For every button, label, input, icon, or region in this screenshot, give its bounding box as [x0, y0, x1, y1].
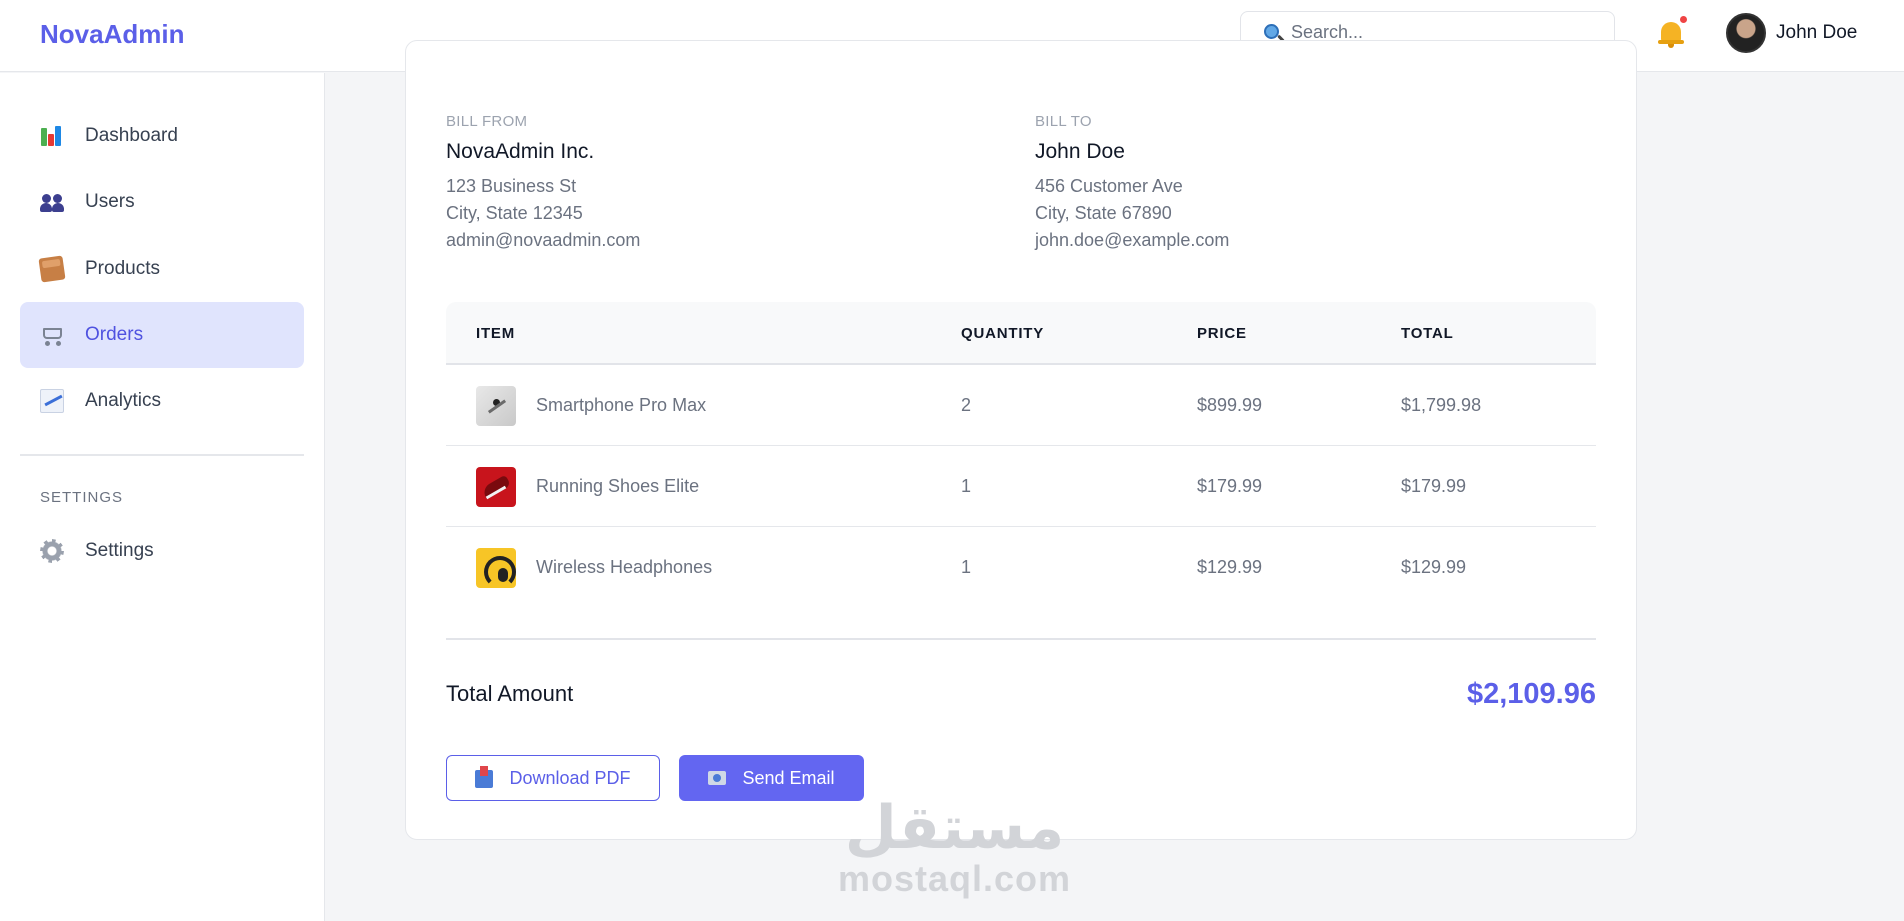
user-menu[interactable]: John Doe [1726, 13, 1857, 53]
sidebar: Dashboard Users Products Orders Analytic… [0, 73, 325, 921]
download-pdf-label: Download PDF [509, 767, 631, 788]
trend-chart-icon [40, 389, 64, 413]
item-quantity: 1 [961, 557, 972, 577]
send-email-button[interactable]: Send Email [679, 755, 864, 801]
cart-icon [40, 323, 64, 347]
sidebar-item-label: Dashboard [85, 125, 178, 146]
bill-to-label: BILL TO [1035, 113, 1092, 130]
column-header-total: TOTAL [1401, 325, 1454, 342]
sidebar-item-dashboard[interactable]: Dashboard [20, 103, 304, 169]
download-icon [475, 766, 494, 788]
item-name: Wireless Headphones [536, 557, 713, 577]
notification-dot [1680, 16, 1687, 23]
total-amount-value: $2,109.96 [1466, 678, 1596, 710]
column-header-item: ITEM [476, 325, 516, 342]
bill-to-line: City, State 67890 [1035, 203, 1172, 223]
item-quantity: 1 [961, 476, 972, 496]
bill-to-email: john.doe@example.com [1035, 230, 1230, 250]
download-pdf-button[interactable]: Download PDF [446, 755, 660, 801]
product-thumbnail [476, 386, 516, 426]
bill-to-line: 456 Customer Ave [1035, 176, 1183, 196]
product-thumbnail [476, 467, 516, 507]
send-email-label: Send Email [742, 767, 835, 788]
item-price: $179.99 [1197, 476, 1263, 496]
bill-from-label: BILL FROM [446, 113, 528, 130]
total-amount-label: Total Amount [446, 681, 574, 706]
sidebar-item-settings[interactable]: Settings [20, 518, 304, 584]
table-row: Wireless Headphones 1 $129.99 $129.99 [446, 527, 1596, 608]
item-name: Smartphone Pro Max [536, 395, 707, 415]
bill-to-name: John Doe [1035, 140, 1125, 163]
bill-from-line: 123 Business St [446, 176, 577, 196]
watermark-arabic: مستقل [844, 793, 1065, 863]
table-row: Smartphone Pro Max 2 $899.99 $1,799.98 [446, 365, 1596, 446]
column-header-quantity: QUANTITY [961, 325, 1045, 342]
sidebar-item-orders[interactable]: Orders [20, 302, 304, 368]
sidebar-item-products[interactable]: Products [20, 236, 304, 302]
bar-chart-icon [40, 124, 64, 148]
item-price: $129.99 [1197, 557, 1263, 577]
item-total: $179.99 [1401, 476, 1467, 496]
item-price: $899.99 [1197, 395, 1263, 415]
watermark-latin: mostaql.com [838, 858, 1072, 899]
app-logo[interactable]: NovaAdmin [40, 19, 184, 50]
bill-to: BILL TO John Doe 456 Customer Ave City, … [1035, 113, 1229, 249]
item-quantity: 2 [961, 395, 972, 415]
sidebar-item-users[interactable]: Users [20, 169, 304, 235]
total-divider [446, 638, 1596, 640]
table-header: ITEM QUANTITY PRICE TOTAL [446, 302, 1596, 365]
sidebar-item-label: Products [85, 258, 160, 279]
bill-from-name: NovaAdmin Inc. [446, 140, 595, 163]
sidebar-item-label: Users [85, 191, 135, 212]
bill-from-line: City, State 12345 [446, 203, 583, 223]
user-name[interactable]: John Doe [1776, 22, 1857, 44]
sidebar-item-label: Orders [85, 324, 144, 345]
box-icon [38, 255, 66, 283]
column-header-price: PRICE [1197, 325, 1247, 342]
sidebar-item-analytics[interactable]: Analytics [20, 368, 304, 434]
section-label-settings: SETTINGS [40, 489, 124, 506]
item-total: $1,799.98 [1401, 395, 1482, 415]
bill-from: BILL FROM NovaAdmin Inc. 123 Business St… [446, 113, 640, 249]
sidebar-divider [20, 454, 304, 456]
item-name: Running Shoes Elite [536, 476, 700, 496]
item-total: $129.99 [1401, 557, 1467, 577]
invoice-card: BILL FROM NovaAdmin Inc. 123 Business St… [405, 40, 1637, 840]
avatar[interactable] [1726, 13, 1766, 53]
email-icon [708, 771, 727, 785]
invoice-table: ITEM QUANTITY PRICE TOTAL Smartphone Pro… [446, 302, 1596, 608]
bell-icon[interactable] [1658, 16, 1687, 50]
product-thumbnail [476, 548, 516, 588]
table-row: Running Shoes Elite 1 $179.99 $179.99 [446, 446, 1596, 527]
watermark: مستقل mostaql.com [838, 796, 1071, 898]
sidebar-item-label: Settings [85, 540, 154, 561]
sidebar-item-label: Analytics [85, 390, 162, 411]
users-icon [40, 190, 64, 214]
bill-from-email: admin@novaadmin.com [446, 230, 641, 250]
gear-icon [40, 539, 64, 563]
